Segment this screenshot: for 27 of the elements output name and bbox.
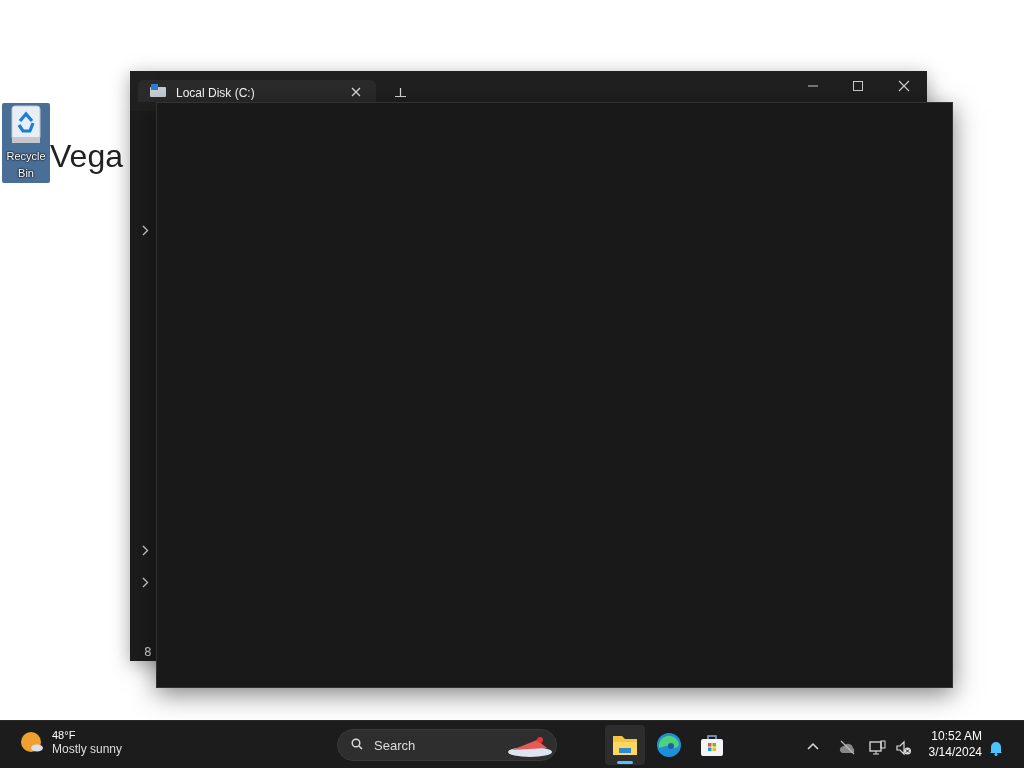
chevron-icon[interactable]	[142, 225, 149, 236]
clock-time[interactable]: 10:52 AM	[920, 728, 982, 745]
heading-text: Vega	[50, 140, 123, 172]
cloud-off-icon[interactable]	[838, 739, 855, 756]
close-icon[interactable]	[351, 87, 361, 97]
taskbar-app[interactable]	[605, 725, 645, 765]
notification-icon[interactable]	[988, 739, 1005, 756]
muted-speaker-icon[interactable]	[895, 739, 912, 756]
search-field[interactable]: Search	[337, 729, 557, 761]
weather-icon[interactable]	[20, 730, 44, 755]
clock-date[interactable]: 3/14/2024	[920, 744, 982, 761]
maximize-icon[interactable]	[852, 80, 864, 92]
temperature-text: 48°F	[52, 729, 77, 743]
tab[interactable]: Local Disk (C:)	[138, 80, 376, 102]
status-text: 8	[144, 644, 152, 661]
drive-icon	[150, 84, 166, 98]
weather-text: Mostly sunny	[52, 742, 123, 757]
chevron-icon[interactable]	[142, 545, 149, 556]
new-tab-icon[interactable]	[395, 88, 406, 97]
chevron-icon[interactable]	[142, 577, 149, 588]
store-icon	[700, 733, 724, 757]
folder-icon	[612, 734, 638, 756]
search-icon	[351, 738, 363, 750]
edge-icon	[656, 732, 682, 758]
desktop-icon[interactable]: Recycle Bin	[2, 103, 50, 183]
network-icon[interactable]	[869, 739, 886, 756]
close-icon[interactable]	[898, 80, 910, 92]
